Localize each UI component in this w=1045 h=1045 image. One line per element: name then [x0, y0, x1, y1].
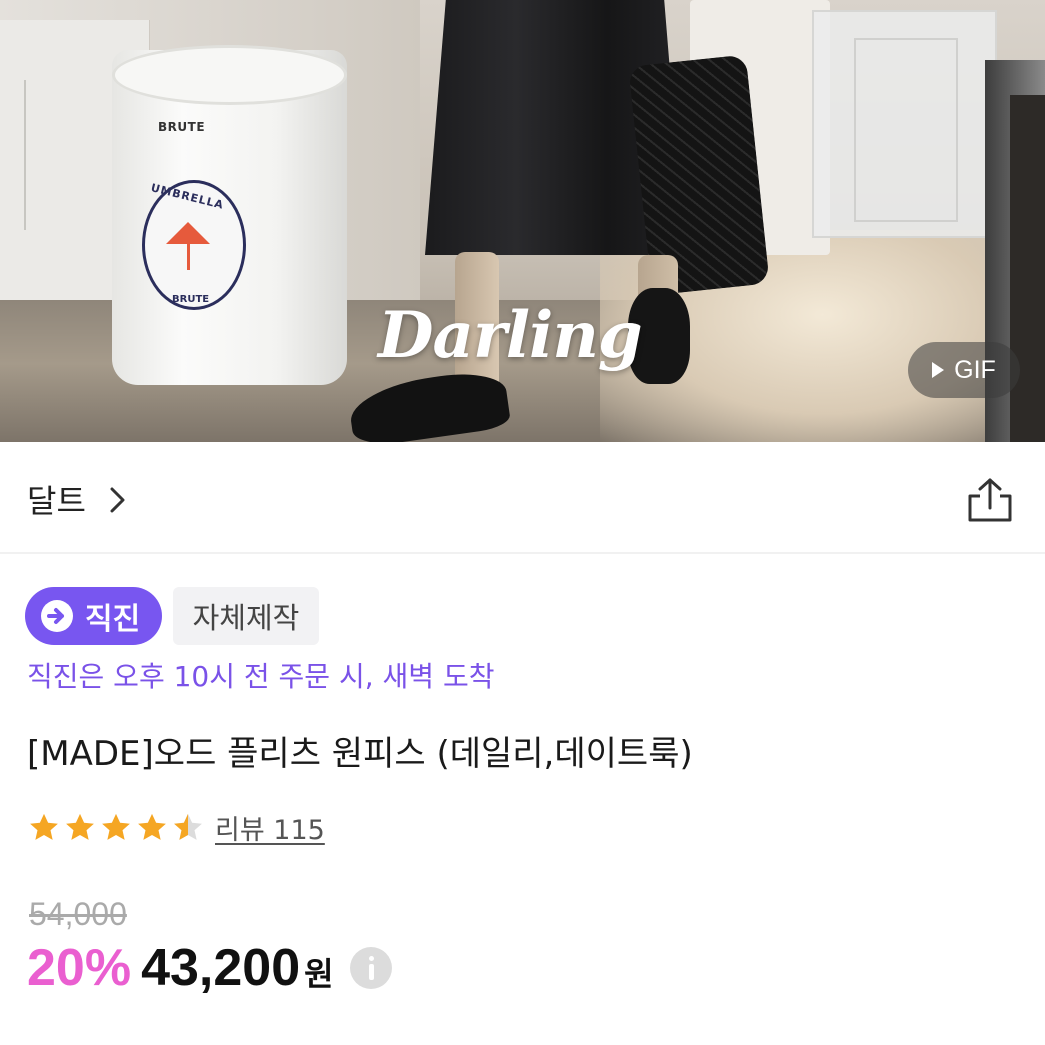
gif-play-button[interactable]: GIF	[908, 342, 1020, 398]
star-full-icon	[138, 813, 166, 840]
chevron-right-icon[interactable]	[108, 486, 128, 514]
review-count-link[interactable]: 리뷰 115	[215, 808, 325, 847]
bucket-brand-label: BRUTE	[158, 120, 206, 134]
store-name-link[interactable]: 달트	[27, 476, 86, 522]
star-rating	[27, 811, 205, 845]
discount-rate: 20%	[27, 939, 132, 997]
jikjin-delivery-badge: 직진	[25, 587, 162, 645]
delivery-note: 직진은 오후 10시 전 주문 시, 새벽 도착	[27, 660, 495, 693]
star-full-icon	[30, 813, 58, 840]
store-row	[0, 442, 1045, 554]
trash-bucket-rim	[112, 45, 347, 105]
product-hero-image[interactable]: BRUTE UMBRELLA BRUTE Darling GIF	[0, 0, 1045, 442]
gif-label: GIF	[954, 355, 996, 384]
info-icon[interactable]	[349, 947, 392, 989]
hero-overlay-text: Darling	[378, 298, 643, 373]
background-rack-shadow	[1010, 95, 1045, 442]
product-title: [MADE]오드 플리츠 원피스 (데일리,데이트룩)	[27, 734, 693, 774]
share-icon[interactable]	[966, 476, 1014, 524]
umbrella-badge-brand: BRUTE	[172, 294, 210, 305]
star-full-icon	[66, 813, 94, 840]
play-icon	[932, 362, 945, 378]
price-row: 20% 43,200 원	[27, 938, 392, 998]
original-price: 54,000	[29, 896, 127, 932]
umbrella-handle	[187, 240, 190, 270]
sale-price: 43,200	[141, 939, 301, 997]
arrow-right-icon	[41, 600, 73, 632]
jikjin-label: 직진	[85, 602, 141, 637]
star-full-icon	[102, 813, 130, 840]
self-made-badge: 자체제작	[173, 587, 319, 645]
rating-row: 리뷰 115	[27, 808, 325, 847]
star-half-icon	[174, 813, 202, 840]
background-clear-bin	[812, 10, 997, 238]
currency-label: 원	[304, 955, 334, 993]
